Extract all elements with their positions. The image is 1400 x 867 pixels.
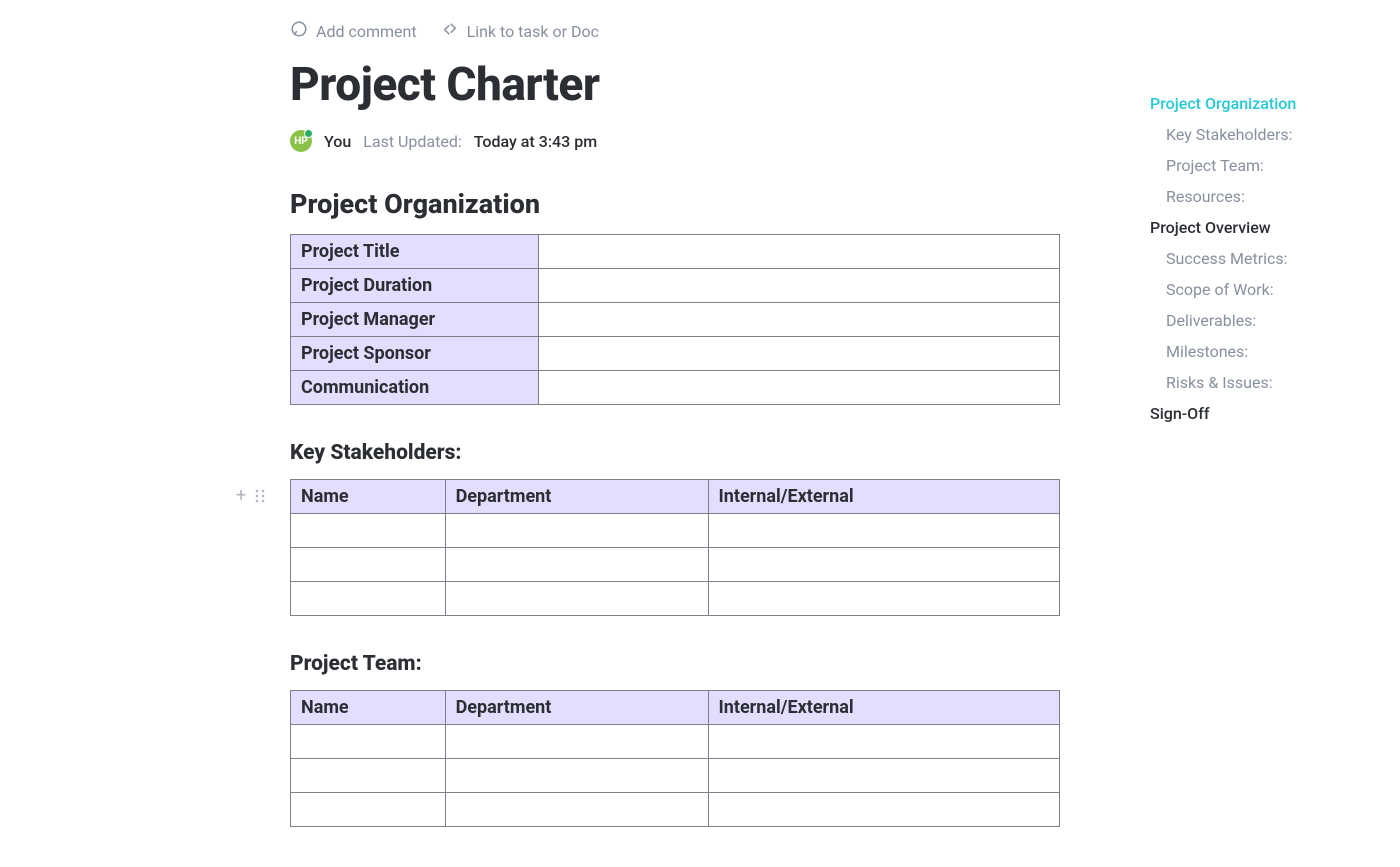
org-row-label[interactable]: Project Manager [291, 303, 539, 337]
link-task-label: Link to task or Doc [467, 22, 599, 41]
outline-item[interactable]: Scope of Work: [1150, 274, 1370, 305]
table-cell[interactable] [708, 582, 1059, 616]
table-cell[interactable] [445, 759, 708, 793]
table-cell[interactable] [708, 793, 1059, 827]
table-row [291, 725, 1060, 759]
updated-label: Last Updated: [363, 132, 461, 151]
org-row-label[interactable]: Project Sponsor [291, 337, 539, 371]
stakeholders-block: + NameDepartmentInternal/External [290, 479, 1060, 616]
outline-item[interactable]: Risks & Issues: [1150, 367, 1370, 398]
table-row: Project Duration [291, 269, 1060, 303]
table-row: Project Sponsor [291, 337, 1060, 371]
column-header[interactable]: Internal/External [708, 691, 1059, 725]
table-row [291, 793, 1060, 827]
sub-heading-stakeholders[interactable]: Key Stakeholders: [290, 441, 1060, 465]
outline-item[interactable]: Project Team: [1150, 150, 1370, 181]
table-cell[interactable] [291, 725, 446, 759]
org-row-value[interactable] [539, 371, 1060, 405]
avatar[interactable]: HP [290, 130, 312, 152]
table-row: Project Manager [291, 303, 1060, 337]
outline-item[interactable]: Project Overview [1150, 212, 1370, 243]
table-row [291, 582, 1060, 616]
column-header[interactable]: Department [445, 691, 708, 725]
drag-handle-icon[interactable] [254, 489, 266, 503]
table-cell[interactable] [291, 759, 446, 793]
link-icon [441, 20, 459, 42]
table-cell[interactable] [708, 759, 1059, 793]
table-cell[interactable] [708, 548, 1059, 582]
org-row-label[interactable]: Communication [291, 371, 539, 405]
table-cell[interactable] [708, 725, 1059, 759]
table-cell[interactable] [708, 514, 1059, 548]
table-row [291, 548, 1060, 582]
column-header[interactable]: Name [291, 691, 446, 725]
org-row-label[interactable]: Project Duration [291, 269, 539, 303]
link-task-button[interactable]: Link to task or Doc [441, 20, 599, 42]
section-heading-organization[interactable]: Project Organization [290, 188, 1060, 220]
org-row-value[interactable] [539, 303, 1060, 337]
table-cell[interactable] [445, 548, 708, 582]
org-row-label[interactable]: Project Title [291, 235, 539, 269]
outline-item[interactable]: Sign-Off [1150, 398, 1370, 429]
org-row-value[interactable] [539, 337, 1060, 371]
author-name: You [324, 132, 351, 151]
row-gutter-controls: + [236, 485, 266, 506]
table-cell[interactable] [445, 582, 708, 616]
stakeholders-table[interactable]: NameDepartmentInternal/External [290, 479, 1060, 616]
outline-item[interactable]: Deliverables: [1150, 305, 1370, 336]
table-row [291, 514, 1060, 548]
organization-table[interactable]: Project TitleProject DurationProject Man… [290, 234, 1060, 405]
sub-heading-team[interactable]: Project Team: [290, 652, 1060, 676]
outline-item[interactable]: Key Stakeholders: [1150, 119, 1370, 150]
column-header[interactable]: Internal/External [708, 480, 1059, 514]
outline-item[interactable]: Project Organization [1150, 88, 1370, 119]
table-row: Communication [291, 371, 1060, 405]
doc-meta-row: HP You Last Updated: Today at 3:43 pm [290, 130, 1060, 152]
comment-icon [290, 20, 308, 42]
add-comment-label: Add comment [316, 22, 417, 41]
team-table[interactable]: NameDepartmentInternal/External [290, 690, 1060, 827]
table-cell[interactable] [291, 582, 446, 616]
org-row-value[interactable] [539, 235, 1060, 269]
table-cell[interactable] [445, 793, 708, 827]
doc-toolbar: Add comment Link to task or Doc [290, 20, 1060, 42]
table-row: Project Title [291, 235, 1060, 269]
outline-panel: Project OrganizationKey Stakeholders:Pro… [1150, 88, 1370, 429]
column-header[interactable]: Department [445, 480, 708, 514]
add-comment-button[interactable]: Add comment [290, 20, 417, 42]
table-row [291, 759, 1060, 793]
outline-item[interactable]: Resources: [1150, 181, 1370, 212]
updated-time: Today at 3:43 pm [474, 132, 597, 151]
org-row-value[interactable] [539, 269, 1060, 303]
table-cell[interactable] [445, 725, 708, 759]
outline-item[interactable]: Milestones: [1150, 336, 1370, 367]
document-main: Add comment Link to task or Doc Project … [0, 0, 1100, 867]
table-cell[interactable] [291, 793, 446, 827]
column-header[interactable]: Name [291, 480, 446, 514]
page-title[interactable]: Project Charter [290, 58, 1060, 112]
table-cell[interactable] [291, 548, 446, 582]
table-cell[interactable] [291, 514, 446, 548]
outline-item[interactable]: Success Metrics: [1150, 243, 1370, 274]
table-cell[interactable] [445, 514, 708, 548]
add-block-icon[interactable]: + [236, 485, 246, 506]
